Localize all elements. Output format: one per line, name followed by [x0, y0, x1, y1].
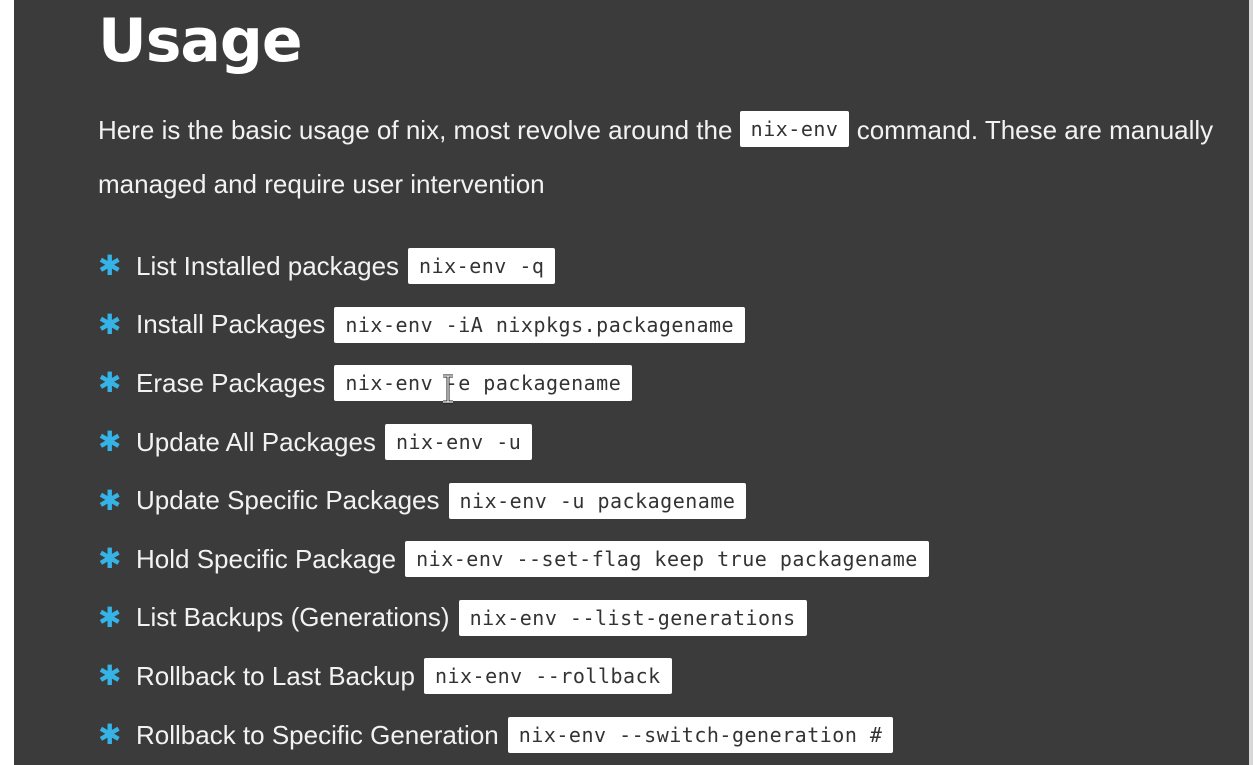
asterisk-bullet-icon: ✱ [98, 366, 122, 400]
list-item: ✱ List Backups (Generations) nix-env --l… [98, 589, 1238, 648]
item-label: Update All Packages [136, 426, 376, 457]
item-label: Update Specific Packages [136, 485, 440, 516]
item-label: Erase Packages [136, 367, 326, 398]
window-edge [1249, 0, 1253, 765]
asterisk-bullet-icon: ✱ [98, 249, 122, 283]
list-item: ✱ Install Packages nix-env -iA nixpkgs.p… [98, 296, 1238, 355]
item-code: nix-env -q [408, 248, 556, 285]
item-label: Rollback to Specific Generation [136, 719, 499, 750]
asterisk-bullet-icon: ✱ [98, 307, 122, 341]
list-item: ✱ Update All Packages nix-env -u [98, 413, 1238, 472]
item-code: nix-env --list-generations [458, 599, 807, 636]
asterisk-bullet-icon: ✱ [98, 542, 122, 576]
item-code: nix-env -u [384, 424, 533, 461]
item-code: nix-env --switch-generation # [507, 717, 894, 754]
list-item: ✱ Erase Packages nix-env -e packagename [98, 354, 1238, 413]
list-item: ✱ Rollback to Last Backup nix-env --roll… [98, 647, 1238, 706]
asterisk-bullet-icon: ✱ [98, 659, 122, 693]
screen: Usage Here is the basic usage of nix, mo… [0, 0, 1253, 765]
item-label: List Installed packages [136, 250, 400, 281]
intro-inline-code: nix-env [739, 111, 850, 148]
intro-text-before: Here is the basic usage of nix, most rev… [98, 115, 740, 145]
item-label: Hold Specific Package [136, 543, 397, 574]
text-cursor-icon [443, 374, 453, 404]
item-code: nix-env --set-flag keep true packagename [405, 541, 929, 578]
slide-panel: Usage Here is the basic usage of nix, mo… [14, 0, 1249, 765]
item-label: Install Packages [136, 309, 326, 340]
asterisk-bullet-icon: ✱ [98, 483, 122, 517]
item-code: nix-env -u packagename [448, 482, 747, 519]
list-item: ✱ List Installed packages nix-env -q [98, 237, 1238, 296]
item-label: Rollback to Last Backup [136, 660, 415, 691]
item-code: nix-env -iA nixpkgs.packagename [334, 306, 746, 343]
command-list: ✱ List Installed packages nix-env -q ✱ I… [98, 237, 1238, 764]
list-item: ✱ Hold Specific Package nix-env --set-fl… [98, 530, 1238, 589]
item-label: List Backups (Generations) [136, 602, 450, 633]
item-code: nix-env --rollback [423, 658, 672, 695]
asterisk-bullet-icon: ✱ [98, 425, 122, 459]
intro-paragraph: Here is the basic usage of nix, most rev… [98, 104, 1228, 210]
item-code: nix-env -e packagename [334, 365, 633, 402]
list-item: ✱ Update Specific Packages nix-env -u pa… [98, 471, 1238, 530]
list-item: ✱ Rollback to Specific Generation nix-en… [98, 706, 1238, 765]
asterisk-bullet-icon: ✱ [98, 718, 122, 752]
page-title: Usage [98, 6, 303, 76]
asterisk-bullet-icon: ✱ [98, 600, 122, 634]
